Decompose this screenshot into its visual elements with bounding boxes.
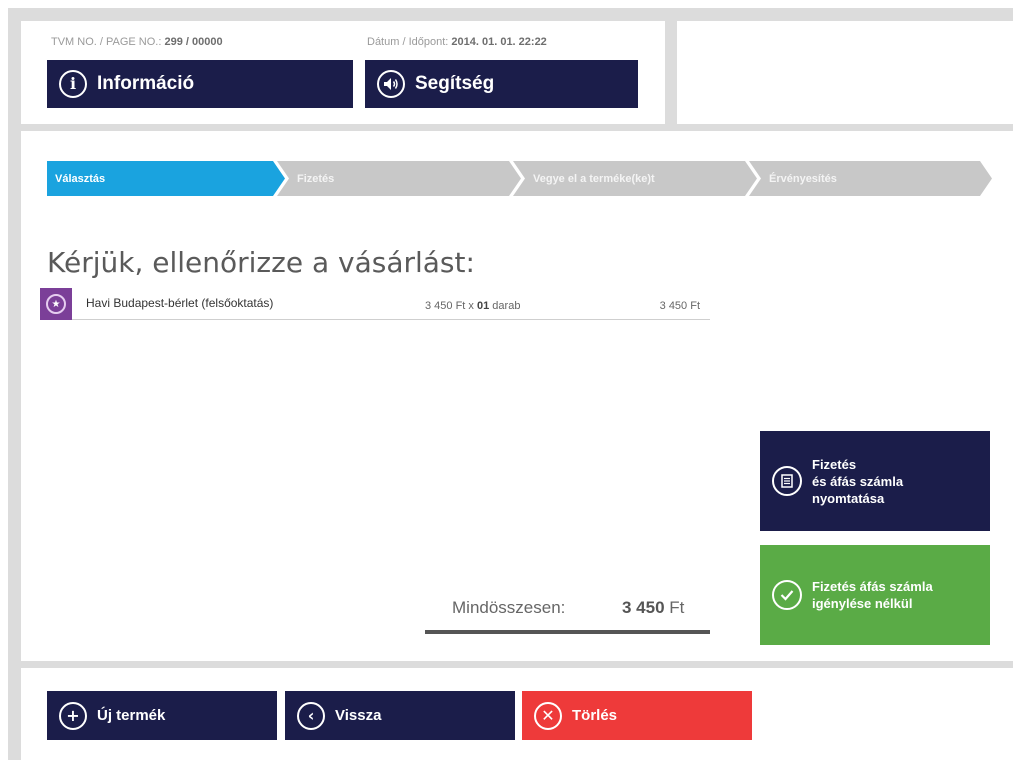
- total-currency: Ft: [669, 598, 685, 617]
- step-validation: Érvényesítés: [749, 161, 992, 196]
- header-right-panel: [677, 21, 1017, 124]
- help-button[interactable]: Segítség: [365, 60, 638, 108]
- check-circle-icon: [772, 580, 802, 610]
- datetime-value: 2014. 01. 01. 22:22: [451, 36, 547, 48]
- total-label: Mindösszesen:: [452, 598, 566, 617]
- total-underline: [425, 630, 710, 634]
- item-unit: darab: [492, 300, 521, 312]
- item-quantity: 3 450 Ft x 01 darab: [425, 300, 520, 312]
- back-button[interactable]: ‹ Vissza: [285, 691, 515, 740]
- receipt-icon: [772, 466, 802, 496]
- tvm-info: TVM NO. / PAGE NO.: 299 / 00000: [51, 36, 223, 48]
- total-value: 3 450 Ft: [622, 598, 684, 618]
- info-icon: i: [59, 70, 87, 98]
- chevron-left-icon: ‹: [297, 701, 325, 730]
- item-total: 3 450 Ft: [659, 300, 700, 312]
- item-unit-price: 3 450 Ft x: [425, 300, 474, 312]
- datetime-label: Dátum / Időpont:: [367, 36, 449, 48]
- pay-with-invoice-button[interactable]: Fizetés és áfás számla nyomtatása: [760, 431, 990, 531]
- delete-button[interactable]: ✕ Törlés: [522, 691, 752, 740]
- total-amount: 3 450: [622, 598, 665, 617]
- new-product-label: Új termék: [97, 707, 166, 724]
- step-selection: Választás: [47, 161, 285, 196]
- help-button-label: Segítség: [415, 73, 495, 94]
- pay-without-invoice-button[interactable]: Fizetés áfás számla igénylése nélkül: [760, 545, 990, 645]
- progress-steps: Választás Fizetés Vegye el a terméke(ke)…: [47, 161, 992, 196]
- speaker-icon: [377, 70, 405, 98]
- info-button-label: Információ: [97, 73, 195, 94]
- plus-circle-icon: +: [59, 701, 87, 730]
- new-product-button[interactable]: + Új termék: [47, 691, 277, 740]
- tvm-label: TVM NO. / PAGE NO.:: [51, 36, 162, 48]
- item-count: 01: [476, 300, 490, 312]
- back-label: Vissza: [335, 707, 382, 724]
- info-button[interactable]: i Információ: [47, 60, 353, 108]
- pay-without-invoice-label: Fizetés áfás számla igénylése nélkül: [812, 579, 933, 611]
- ticket-type-icon: ★: [40, 288, 72, 320]
- datetime-info: Dátum / Időpont: 2014. 01. 01. 22:22: [367, 36, 547, 48]
- step-payment: Fizetés: [277, 161, 521, 196]
- step-take-products: Vegye el a terméke(ke)t: [513, 161, 757, 196]
- page-title: Kérjük, ellenőrizze a vásárlást:: [47, 246, 475, 279]
- tvm-value: 299 / 00000: [164, 36, 223, 48]
- pay-with-invoice-label: Fizetés és áfás számla nyomtatása: [812, 456, 904, 506]
- delete-label: Törlés: [572, 707, 618, 724]
- close-circle-icon: ✕: [534, 701, 562, 730]
- list-item: ★ Havi Budapest-bérlet (felsőoktatás) 3 …: [40, 288, 710, 320]
- item-name: Havi Budapest-bérlet (felsőoktatás): [86, 296, 274, 310]
